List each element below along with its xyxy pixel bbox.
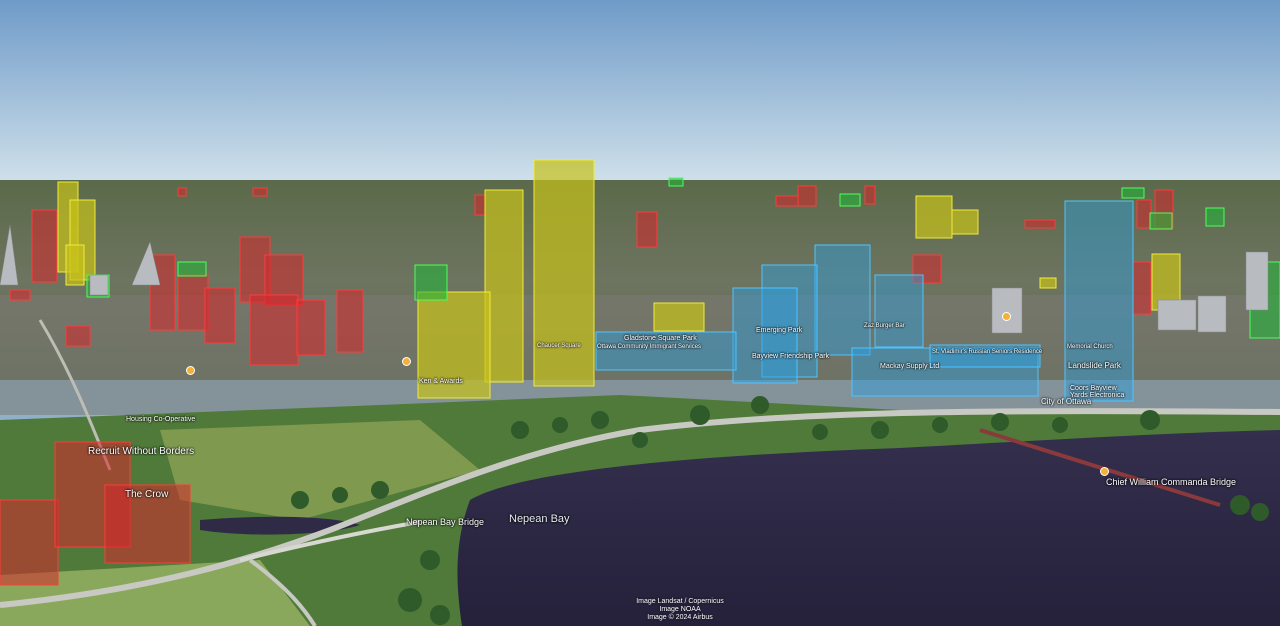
red-block[interactable] (864, 185, 876, 205)
place-pin-icon[interactable] (402, 357, 411, 366)
green-block[interactable] (414, 264, 448, 301)
map-3d-view[interactable] (0, 0, 1280, 626)
yellow-block[interactable] (653, 302, 705, 332)
red-block[interactable] (474, 194, 486, 216)
label-zaz-burger[interactable]: Zaz Burger Bar (864, 323, 905, 329)
label-the-crow[interactable]: The Crow (125, 489, 168, 500)
label-memorial-church[interactable]: Memorial Church (1067, 344, 1113, 350)
red-block[interactable] (31, 209, 58, 283)
yellow-block[interactable] (65, 244, 85, 286)
red-block[interactable] (636, 211, 658, 248)
place-pin-icon[interactable] (186, 366, 195, 375)
blue-block[interactable] (874, 274, 924, 348)
red-block[interactable] (204, 287, 236, 344)
label-emerging-park[interactable]: Emerging Park (756, 327, 802, 334)
imagery-credits: Image Landsat / Copernicus Image NOAA Im… (600, 598, 760, 622)
label-nepean-bay[interactable]: Nepean Bay (509, 513, 570, 525)
label-chief-william-commanda-bridge[interactable]: Chief William Commanda Bridge (1106, 477, 1236, 487)
green-block[interactable] (1205, 207, 1225, 227)
red-block[interactable] (797, 185, 817, 207)
red-block[interactable] (336, 289, 364, 353)
place-pin-icon[interactable] (1100, 467, 1109, 476)
red-block[interactable] (775, 195, 799, 207)
green-block[interactable] (1149, 212, 1173, 230)
label-coors-bayview[interactable]: Coors Bayview Yards Electronica (1070, 385, 1130, 399)
yellow-block[interactable] (1039, 277, 1057, 289)
label-gladstone-square[interactable]: Gladstone Square Park (624, 335, 697, 342)
label-nepean-bay-bridge[interactable]: Nepean Bay Bridge (406, 517, 484, 527)
credit-line: Image NOAA (659, 606, 701, 613)
label-immigrant-services[interactable]: Ottawa Community Immigrant Services (597, 344, 701, 350)
red-block[interactable] (1132, 261, 1152, 315)
blue-tower-tallest[interactable] (1064, 200, 1134, 402)
yellow-tower[interactable] (484, 189, 524, 383)
label-chaucer-square[interactable]: Chaucer Square (537, 343, 581, 349)
label-housing-co-operative[interactable]: Housing Co-Operative (126, 416, 195, 423)
label-landslide-park[interactable]: Landslide Park (1068, 361, 1121, 370)
red-block[interactable] (296, 299, 326, 356)
label-bayview-friendship-park[interactable]: Bayview Friendship Park (752, 353, 829, 360)
red-block[interactable] (1136, 199, 1152, 229)
blue-block[interactable] (814, 244, 871, 356)
green-block[interactable] (1121, 187, 1145, 199)
sky (0, 0, 1280, 182)
green-block[interactable] (839, 193, 861, 207)
yellow-block[interactable] (915, 195, 953, 239)
label-mackay-supply[interactable]: Mackay Supply Ltd (880, 363, 939, 370)
red-block[interactable] (249, 294, 299, 366)
label-ken-awards[interactable]: Ken & Awards (419, 378, 463, 385)
yellow-tower-tallest[interactable] (533, 159, 595, 387)
green-block[interactable] (177, 261, 207, 277)
credit-line: Image © 2024 Airbus (647, 614, 713, 621)
red-block[interactable] (9, 289, 31, 301)
blue-block[interactable] (732, 287, 798, 384)
red-block[interactable] (1024, 219, 1056, 229)
red-block[interactable] (177, 274, 209, 331)
label-st-vladimir[interactable]: St. Vladimir's Russian Seniors Residence (932, 349, 1042, 355)
green-block[interactable] (668, 177, 684, 187)
red-block[interactable] (65, 325, 91, 347)
red-block[interactable] (0, 499, 59, 586)
credit-line: Image Landsat / Copernicus (636, 598, 724, 605)
label-recruit-without-borders[interactable]: Recruit Without Borders (88, 446, 194, 457)
red-block[interactable] (177, 187, 187, 197)
red-block[interactable] (252, 187, 268, 197)
yellow-block[interactable] (951, 209, 979, 235)
place-pin-icon[interactable] (1002, 312, 1011, 321)
